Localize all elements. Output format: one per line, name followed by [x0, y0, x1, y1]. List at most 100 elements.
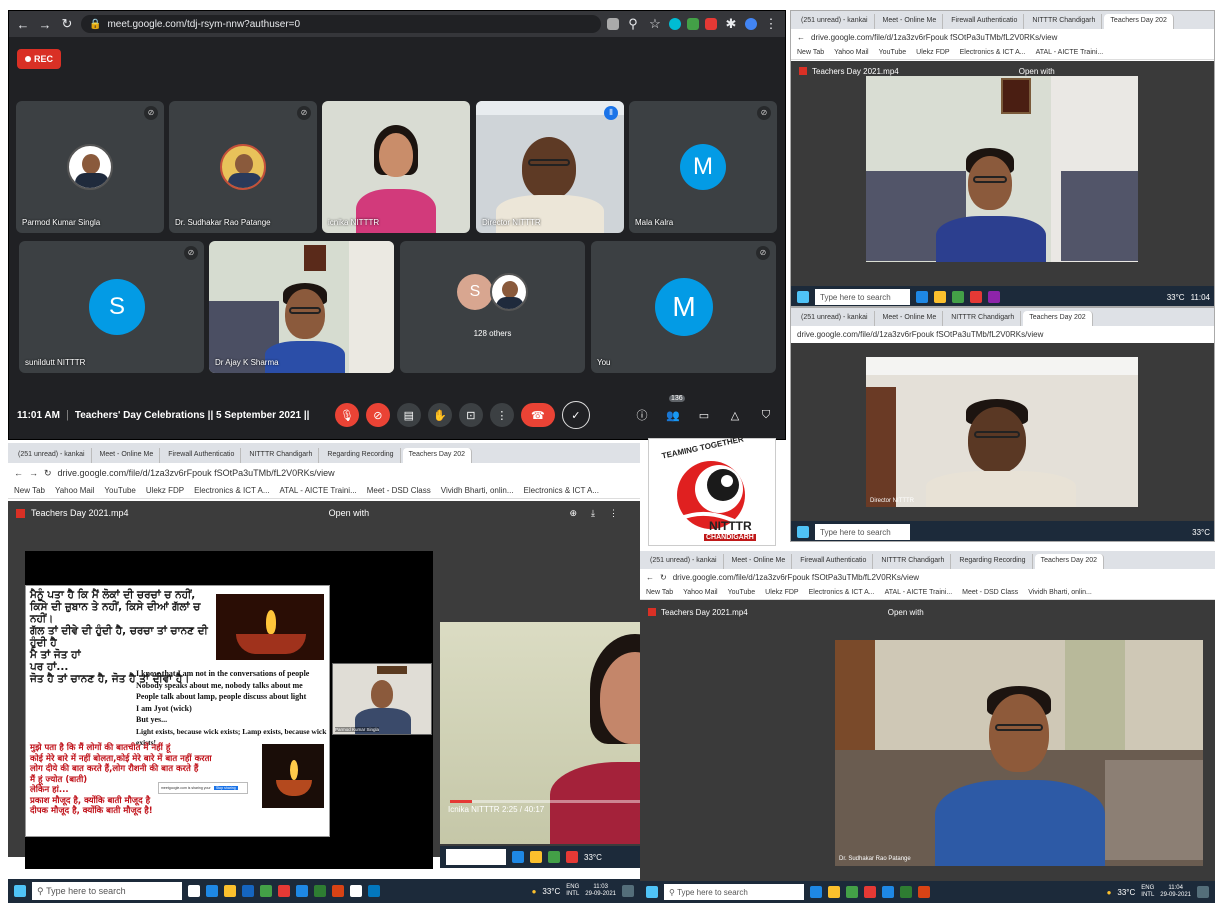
browser-tab[interactable]: (251 unread) - kankai [795, 14, 875, 29]
participant-tile[interactable]: icnika NITTTR [322, 101, 470, 233]
browser-tab[interactable]: (251 unread) - kankai [795, 311, 875, 326]
forward-icon[interactable]: → [37, 17, 53, 32]
app-icon[interactable] [952, 291, 964, 303]
browser-tab[interactable]: NITTTR Chandigarh [1026, 14, 1103, 29]
bookmark[interactable]: New Tab [646, 589, 673, 596]
browser-tab[interactable]: (251 unread) - kankai [12, 448, 92, 463]
browser-tab[interactable]: NITTTR Chandigarh [945, 311, 1022, 326]
drive-url-bar[interactable]: ← → ↻ drive.google.com/file/d/1za3zv6rFpou… [8, 463, 640, 483]
taskbar-search[interactable]: Type here to search [815, 524, 910, 540]
bookmark[interactable]: New Tab [797, 49, 824, 56]
app-icon[interactable] [512, 851, 524, 863]
meet-url-field[interactable]: 🔒 meet.google.com/tdj-rsym-nnw?authuser=… [81, 15, 601, 33]
bookmark[interactable]: YouTube [104, 486, 135, 495]
browser-tab[interactable]: Regarding Recording [953, 554, 1033, 569]
powerpoint-icon[interactable] [918, 886, 930, 898]
profile-icon[interactable] [745, 18, 757, 30]
reload-icon[interactable]: ↻ [44, 468, 52, 479]
chat-icon[interactable]: ▭ [692, 403, 716, 427]
windows-icon[interactable] [14, 885, 26, 897]
extension-icon[interactable] [705, 18, 717, 30]
taskbar-search[interactable]: ⚲ Type here to search [664, 884, 804, 900]
windows-icon[interactable] [646, 886, 658, 898]
bookmark[interactable]: Meet - DSD Class [367, 486, 431, 495]
app-icon[interactable] [846, 886, 858, 898]
browser-tab[interactable]: Firewall Authenticatio [945, 14, 1025, 29]
bookmark[interactable]: ATAL - AICTE Traini... [885, 589, 953, 596]
browser-tab[interactable]: (251 unread) - kankai [644, 554, 724, 569]
browser-tab[interactable]: Meet - Online Me [876, 14, 944, 29]
word-icon[interactable] [882, 886, 894, 898]
menu-icon[interactable]: ⋮ [763, 16, 779, 32]
app-icon[interactable] [368, 885, 380, 897]
app-icon[interactable] [934, 291, 946, 303]
browser-tab[interactable]: Meet - Online Me [725, 554, 793, 569]
drive-url-bar[interactable]: ← drive.google.com/file/d/1za3zv6rFpouk f… [791, 29, 1214, 46]
notification-icon[interactable] [622, 885, 634, 897]
app-icon[interactable] [970, 291, 982, 303]
bookmark[interactable]: Vividh Bharti, onlin... [1028, 589, 1092, 596]
forward-icon[interactable]: → [29, 468, 38, 478]
app-icon[interactable] [530, 851, 542, 863]
participant-tile[interactable]: Dr Ajay K Sharma [209, 241, 394, 373]
bookmark[interactable]: Ulekz FDP [916, 49, 949, 56]
bookmark[interactable]: YouTube [879, 49, 907, 56]
reload-icon[interactable]: ↻ [660, 573, 667, 582]
browser-tab[interactable]: NITTTR Chandigarh [875, 554, 952, 569]
bookmark[interactable]: Yahoo Mail [683, 589, 718, 596]
back-icon[interactable]: ← [646, 573, 654, 582]
taskbar-search[interactable]: ⚲ Type here to search [32, 882, 182, 900]
back-icon[interactable]: ← [797, 33, 805, 42]
camera-icon[interactable] [607, 18, 619, 30]
raise-hand-icon[interactable]: ✋ [427, 403, 452, 427]
extension-icon[interactable] [687, 18, 699, 30]
bookmark[interactable]: ATAL - AICTE Traini... [1036, 49, 1104, 56]
participant-tile[interactable]: ⊘ M Mala Kalra [629, 101, 777, 233]
more-icon[interactable]: ⋮ [609, 508, 618, 519]
app-icon[interactable] [350, 885, 362, 897]
excel-icon[interactable] [900, 886, 912, 898]
app-icon[interactable] [566, 851, 578, 863]
app-icon[interactable] [260, 885, 272, 897]
browser-tab[interactable]: Meet - Online Me [93, 448, 161, 463]
browser-tab[interactable]: Regarding Recording [321, 448, 401, 463]
browser-tab[interactable]: NITTTR Chandigarh [243, 448, 320, 463]
bookmark[interactable]: Yahoo Mail [55, 486, 94, 495]
app-icon[interactable] [916, 291, 928, 303]
present-icon[interactable]: ⊡ [458, 403, 483, 427]
participant-tile[interactable]: ⊘ Dr. Sudhakar Rao Patange [169, 101, 317, 233]
host-controls-icon[interactable]: ⛉ [754, 403, 778, 427]
cortana-icon[interactable] [188, 885, 200, 897]
browser-tab[interactable]: Firewall Authenticatio [794, 554, 874, 569]
bookmark[interactable]: Ulekz FDP [146, 486, 184, 495]
bookmark[interactable]: Meet - DSD Class [962, 589, 1018, 596]
back-icon[interactable]: ← [15, 17, 31, 32]
edge-icon[interactable] [206, 885, 218, 897]
bookmark[interactable]: ATAL - AICTE Traini... [280, 486, 357, 495]
star-icon[interactable]: ☆ [647, 16, 663, 32]
camera-toggle-icon[interactable]: ⊘ [365, 403, 390, 427]
chrome-icon[interactable] [864, 886, 876, 898]
bookmark[interactable]: Vividh Bharti, onlin... [441, 486, 514, 495]
word-icon[interactable] [296, 885, 308, 897]
participant-tile[interactable]: ⦀ Director NITTTR [476, 101, 624, 233]
drive-url-bar[interactable]: ← ↻ drive.google.com/file/d/1za3zv6rFpouk … [640, 569, 1215, 586]
participant-tile[interactable]: ⊘ S sunildutt NITTTR [19, 241, 204, 373]
more-options-icon[interactable]: ⋮ [489, 403, 514, 427]
extension-icon[interactable] [669, 18, 681, 30]
hangup-icon[interactable]: ☎ [520, 403, 555, 427]
bookmark[interactable]: Electronics & ICT A... [809, 589, 875, 596]
open-with-button[interactable]: Open with [888, 608, 924, 617]
search-box[interactable] [446, 849, 506, 865]
taskbar-search[interactable]: Type here to search [815, 289, 910, 305]
people-icon[interactable]: 👥 136 [661, 395, 685, 427]
captions-icon[interactable]: ▤ [396, 403, 421, 427]
browser-tab[interactable]: Teachers Day 202 [402, 448, 472, 463]
excel-icon[interactable] [314, 885, 326, 897]
add-to-drive-icon[interactable]: ⊕ [569, 508, 577, 519]
bookmark[interactable]: Ulekz FDP [765, 589, 798, 596]
drive-url-bar[interactable]: drive.google.com/file/d/1za3zv6rFpouk fS… [791, 326, 1214, 343]
bookmark[interactable]: Electronics & ICT A... [194, 486, 269, 495]
puzzle-icon[interactable]: ✱ [723, 16, 739, 32]
powerpoint-icon[interactable] [332, 885, 344, 897]
